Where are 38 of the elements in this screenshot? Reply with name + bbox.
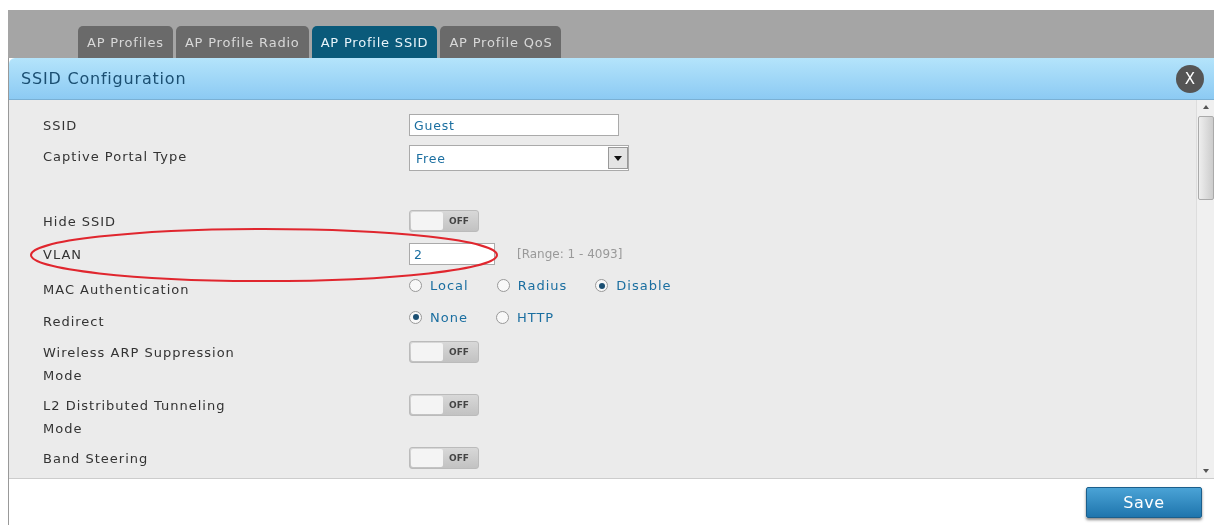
tab[interactable]: AP Profile Radio [175, 26, 309, 58]
radio-option[interactable]: Local [409, 278, 469, 294]
radio-button[interactable] [595, 279, 609, 293]
radio-button[interactable] [409, 279, 422, 293]
field-label: Hide SSID [43, 212, 118, 231]
dialog-title: SSID Configuration [21, 69, 187, 88]
radio-option[interactable]: Radius [496, 278, 568, 294]
field-label: SSID [43, 117, 79, 135]
tab[interactable]: AP Profile SSID [311, 26, 438, 58]
save-button[interactable]: Save [1086, 486, 1202, 518]
field-label: Band Steering [43, 449, 150, 468]
ssid-field[interactable]: Guest [409, 114, 619, 136]
scroll-down-icon[interactable] [1201, 468, 1210, 474]
toggle-switch[interactable]: OFF [409, 393, 479, 416]
scrollbar[interactable] [1196, 100, 1214, 478]
field-label: VLAN [43, 246, 84, 265]
tab[interactable]: AP Profile QoS [440, 26, 562, 58]
scrollbar-thumb[interactable] [1197, 116, 1214, 200]
toggle-switch[interactable]: OFF [409, 446, 479, 469]
toggle-switch[interactable]: OFF [409, 341, 479, 363]
scroll-up-icon[interactable] [1201, 104, 1210, 110]
radio-option[interactable]: None [409, 309, 468, 325]
radio-option[interactable]: HTTP [495, 309, 555, 325]
field-label: Wireless ARP Suppression Mode [43, 344, 236, 385]
field-label: L2 Distributed Tunneling Mode [43, 396, 227, 438]
field-label: MAC Authentication [43, 281, 191, 300]
field-label: Redirect [43, 312, 106, 331]
tab[interactable]: AP Profiles [78, 26, 173, 58]
radio-button[interactable] [495, 310, 509, 324]
range-hint: [Range: 1 - 4093] [517, 247, 623, 262]
field-label: Captive Portal Type [43, 148, 189, 167]
toggle-switch[interactable]: OFF [409, 209, 479, 232]
radio-button[interactable] [409, 310, 422, 324]
vlan-field[interactable]: 2 [409, 243, 495, 266]
portal-type-dropdown[interactable]: Free [409, 145, 629, 172]
close-button[interactable]: X [1176, 64, 1204, 93]
radio-button[interactable] [496, 279, 510, 293]
radio-option[interactable]: Disable [595, 278, 672, 294]
